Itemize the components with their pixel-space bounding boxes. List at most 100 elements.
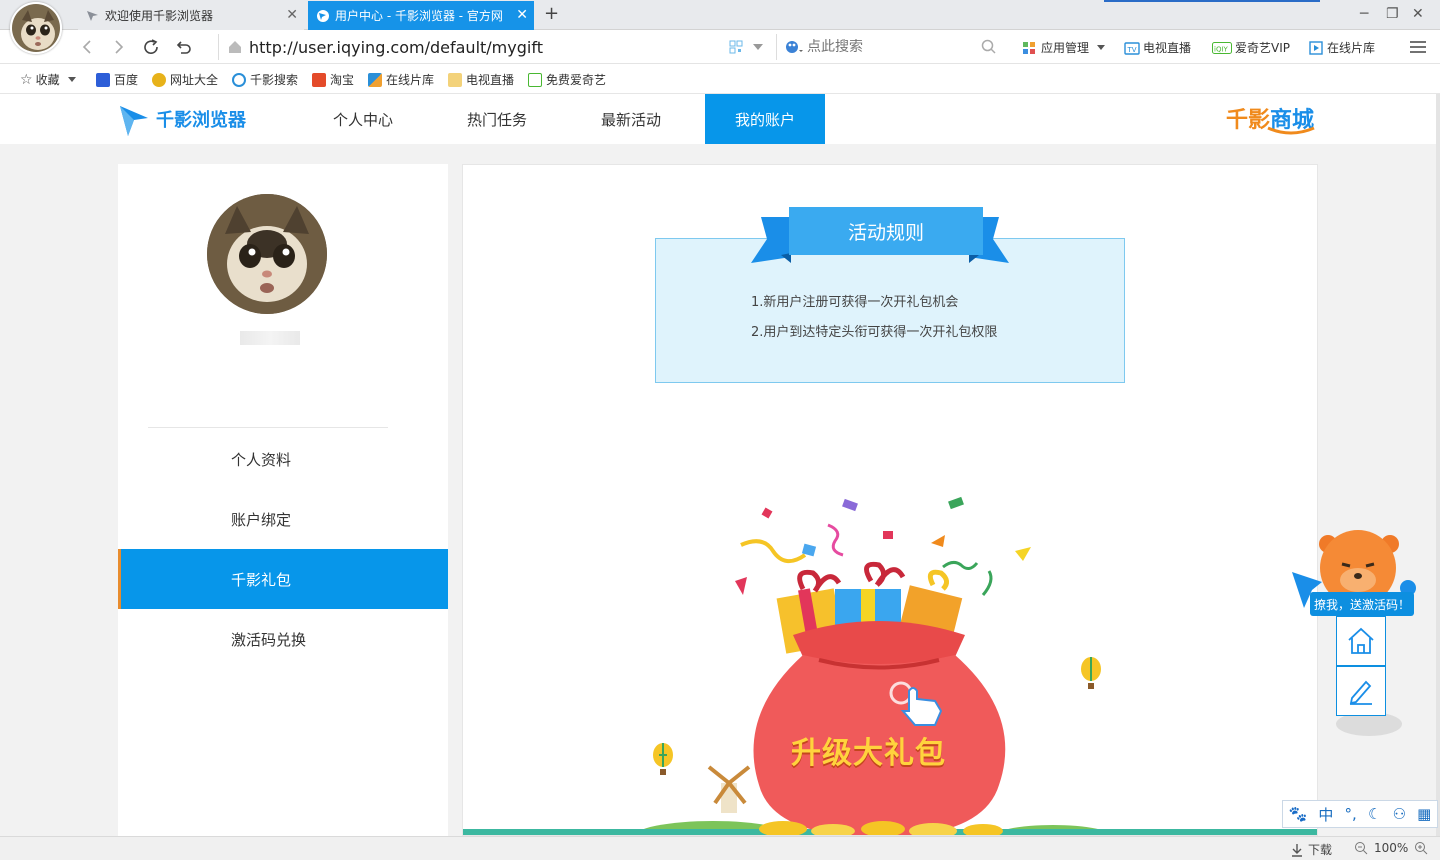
qr-code-icon[interactable] [729, 40, 743, 54]
home-icon[interactable] [227, 39, 243, 55]
rules-title: 活动规则 [789, 207, 983, 255]
bookmark-online-library[interactable]: 在线片库 [368, 71, 434, 88]
mall-logo[interactable]: 千影商城 [1226, 102, 1315, 135]
grid-icon[interactable]: ▦ [1417, 805, 1431, 823]
svg-text:iQIY: iQIY [1214, 45, 1229, 53]
rule-line-2: 2.用户到达特定头衔可获得一次开礼包权限 [751, 325, 998, 340]
nav-my-account[interactable]: 我的账户 [705, 94, 825, 144]
taobao-icon [312, 72, 326, 87]
toolbar-link-label: 爱奇艺VIP [1235, 41, 1290, 55]
globe-icon [317, 9, 329, 22]
bookmark-label: 电视直播 [466, 73, 515, 87]
nav-hot-tasks[interactable]: 热门任务 [446, 94, 548, 144]
toolbar-link-label: 电视直播 [1143, 41, 1192, 55]
bird-logo-icon [120, 106, 148, 136]
search-engine-icon[interactable] [785, 40, 803, 54]
tab-bar: 欢迎使用千影浏览器 ✕ 用户中心 - 千影浏览器 - 官方网 ✕ + ─ ❐ ✕ [0, 0, 1440, 30]
iqiyi-icon: iQIY [1212, 41, 1232, 54]
bookmark-taobao[interactable]: 淘宝 [312, 71, 354, 88]
window-close-button[interactable]: ✕ [1412, 7, 1424, 21]
sidebar-item-profile[interactable]: 个人资料 [118, 429, 448, 489]
minimize-button[interactable]: ─ [1360, 7, 1368, 21]
status-bar: 下载 100% [0, 836, 1440, 860]
moon-icon[interactable]: ☾ [1368, 805, 1381, 823]
zoom-out-icon[interactable] [1354, 841, 1368, 855]
bookmark-tv-live[interactable]: 电视直播 [448, 71, 514, 88]
zoom-level: 100% [1374, 841, 1409, 855]
forward-icon[interactable] [110, 38, 128, 56]
bookmark-free-iqiyi[interactable]: 免费爱奇艺 [528, 71, 606, 88]
nav-latest-activities[interactable]: 最新活动 [580, 94, 682, 144]
navigation-bar: http://user.iqying.com/default/mygift 应用… [0, 30, 1440, 64]
house-icon [1348, 627, 1374, 654]
app-manager-button[interactable]: 应用管理 [1022, 39, 1106, 56]
baidu-paw-icon [96, 72, 110, 87]
site-logo-text: 千影浏览器 [156, 110, 246, 131]
mall-logo-part1: 千影 [1226, 108, 1271, 133]
close-icon[interactable]: ✕ [516, 8, 528, 22]
undo-icon[interactable] [174, 38, 192, 56]
close-icon[interactable]: ✕ [286, 8, 298, 22]
play-icon [368, 72, 382, 87]
rule-line-1: 1.新用户注册可获得一次开礼包机会 [751, 295, 959, 310]
sidebar-item-account-binding[interactable]: 账户绑定 [118, 489, 448, 549]
chevron-down-icon [67, 77, 76, 82]
tv-live-link[interactable]: TV 电视直播 [1124, 39, 1191, 56]
sidebar-item-code-redeem[interactable]: 激活码兑换 [118, 609, 448, 669]
edit-button[interactable] [1336, 666, 1386, 716]
site-logo[interactable]: 千影浏览器 [118, 100, 246, 138]
search-box [776, 34, 1004, 60]
user-avatar[interactable] [10, 2, 62, 54]
chevron-down-icon[interactable] [753, 44, 763, 50]
tv-icon: TV [1124, 41, 1140, 55]
tab-welcome[interactable]: 欢迎使用千影浏览器 ✕ [78, 1, 304, 30]
search-engine-icon [232, 72, 246, 87]
zoom-control[interactable]: 100% [1354, 841, 1428, 855]
bookmark-qianying-search[interactable]: 千影搜索 [232, 71, 298, 88]
menu-icon[interactable] [1409, 40, 1427, 54]
paw-icon[interactable]: 🐾 [1289, 805, 1308, 823]
bookmark-site-directory[interactable]: 网址大全 [152, 71, 218, 88]
browser-logo-icon [87, 10, 98, 21]
download-label: 下载 [1308, 843, 1333, 857]
svg-text:TV: TV [1127, 46, 1137, 54]
chevron-down-icon [1097, 45, 1106, 50]
search-icon[interactable] [981, 39, 997, 55]
smile-swoosh-icon [1267, 126, 1315, 135]
bookmark-label: 收藏 [35, 73, 60, 87]
search-input[interactable] [807, 39, 967, 55]
online-library-link[interactable]: 在线片库 [1308, 39, 1375, 56]
rules-title-text: 活动规则 [847, 221, 924, 244]
account-sidebar: 个人资料 账户绑定 千影礼包 激活码兑换 [118, 164, 448, 836]
address-bar[interactable]: http://user.iqying.com/default/mygift [218, 34, 774, 60]
back-icon[interactable] [78, 38, 96, 56]
tab-user-center[interactable]: 用户中心 - 千影浏览器 - 官方网 ✕ [308, 1, 534, 30]
bookmark-label: 在线片库 [386, 73, 435, 87]
home-button[interactable] [1336, 616, 1386, 666]
profile-avatar[interactable] [207, 194, 327, 314]
url-text[interactable]: http://user.iqying.com/default/mygift [249, 38, 543, 57]
mascot-bubble[interactable]: 撩我，送激活码！ [1310, 592, 1414, 616]
ime-lang-toggle[interactable]: 中 [1318, 804, 1333, 825]
bookmark-baidu[interactable]: 百度 [96, 71, 138, 88]
page-scrollbar[interactable] [1436, 94, 1440, 836]
gift-bag-label: 升级大礼包 [791, 736, 946, 771]
star-icon: ☆ [20, 71, 33, 88]
bookmark-favorites[interactable]: ☆ 收藏 [20, 71, 76, 88]
iqiyi-vip-link[interactable]: iQIY 爱奇艺VIP [1212, 39, 1290, 56]
user-icon[interactable]: ⚇ [1393, 805, 1406, 823]
restore-button[interactable]: ❐ [1386, 7, 1399, 21]
cat-avatar-icon [207, 194, 327, 314]
iqiyi-icon [528, 72, 542, 87]
ime-punct-toggle[interactable]: °, [1345, 805, 1357, 823]
refresh-icon[interactable] [142, 38, 160, 56]
new-tab-button[interactable]: + [544, 5, 559, 23]
folder-icon [448, 72, 462, 87]
download-button[interactable]: 下载 [1290, 841, 1332, 858]
nav-personal-center[interactable]: 个人中心 [312, 94, 414, 144]
gift-bag-illustration[interactable] [463, 485, 1318, 836]
sidebar-item-gift-pack[interactable]: 千影礼包 [118, 549, 448, 609]
toolbar-link-label: 应用管理 [1041, 41, 1090, 55]
zoom-in-icon[interactable] [1414, 841, 1428, 855]
tab-title: 用户中心 - 千影浏览器 - 官方网 [335, 9, 503, 23]
